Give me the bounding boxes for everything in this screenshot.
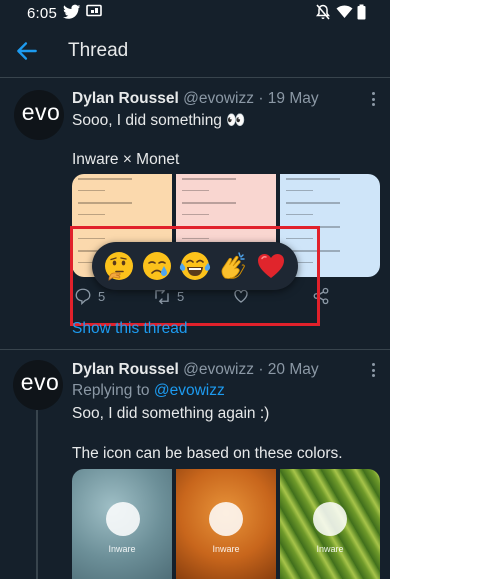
divider [0,349,390,350]
author-handle[interactable]: @evowizz [183,90,254,107]
photo-1[interactable]: Inware [72,469,172,579]
status-time: 6:05 [27,5,57,22]
tweet-text: Sooo, I did something 👀 [72,112,246,129]
screen-cast-icon [86,4,102,17]
inware-logo-icon [106,502,140,536]
inware-logo-icon [313,502,347,536]
replying-to-label: Replying to [72,382,150,399]
bell-off-icon [316,4,330,20]
tweet-header: Dylan Roussel @evowizz · 19 May [72,90,319,108]
photo-3[interactable]: Inware [280,469,380,579]
show-thread-link[interactable]: Show this thread [72,320,187,338]
photo-label: Inware [316,544,344,554]
photo-label: Inware [212,544,240,554]
photo-2[interactable]: Inware [176,469,276,579]
author-name[interactable]: Dylan Roussel [72,361,179,378]
app-header: Thread [0,26,390,78]
tweet-text-line2: The icon can be based on these colors. [72,445,343,462]
tweet-text-line2: Inware × Monet [72,151,180,168]
replying-to: Replying to @evowizz [72,382,225,400]
author-handle[interactable]: @evowizz [183,361,254,378]
phone-screen: 6:05 Thread evo Dylan Roussel @evowizz ·… [0,0,390,579]
arrow-left-icon[interactable] [14,38,40,64]
avatar-text: evo [20,369,60,395]
twitter-icon [63,4,81,19]
thread-line [36,410,38,579]
avatar-text: evo [21,99,61,125]
replying-to-handle[interactable]: @evowizz [154,382,225,399]
photo-label: Inware [108,544,136,554]
avatar[interactable]: evo [13,360,63,410]
tweet-photos[interactable]: Inware Inware Inware [72,469,380,579]
tweet-date[interactable]: · 19 May [258,90,318,107]
tweet-text: Soo, I did something again :) [72,405,270,422]
more-options-icon[interactable] [368,363,378,379]
highlight-box [70,226,320,326]
battery-icon [357,4,366,20]
avatar[interactable]: evo [14,90,64,140]
more-options-icon[interactable] [368,92,378,108]
page-title: Thread [68,40,129,61]
status-bar: 6:05 [0,0,390,26]
tweet-header: Dylan Roussel @evowizz · 20 May [72,361,319,379]
tweet-date[interactable]: · 20 May [258,361,318,378]
author-name[interactable]: Dylan Roussel [72,90,179,107]
inware-logo-icon [209,502,243,536]
wifi-icon [336,5,353,19]
